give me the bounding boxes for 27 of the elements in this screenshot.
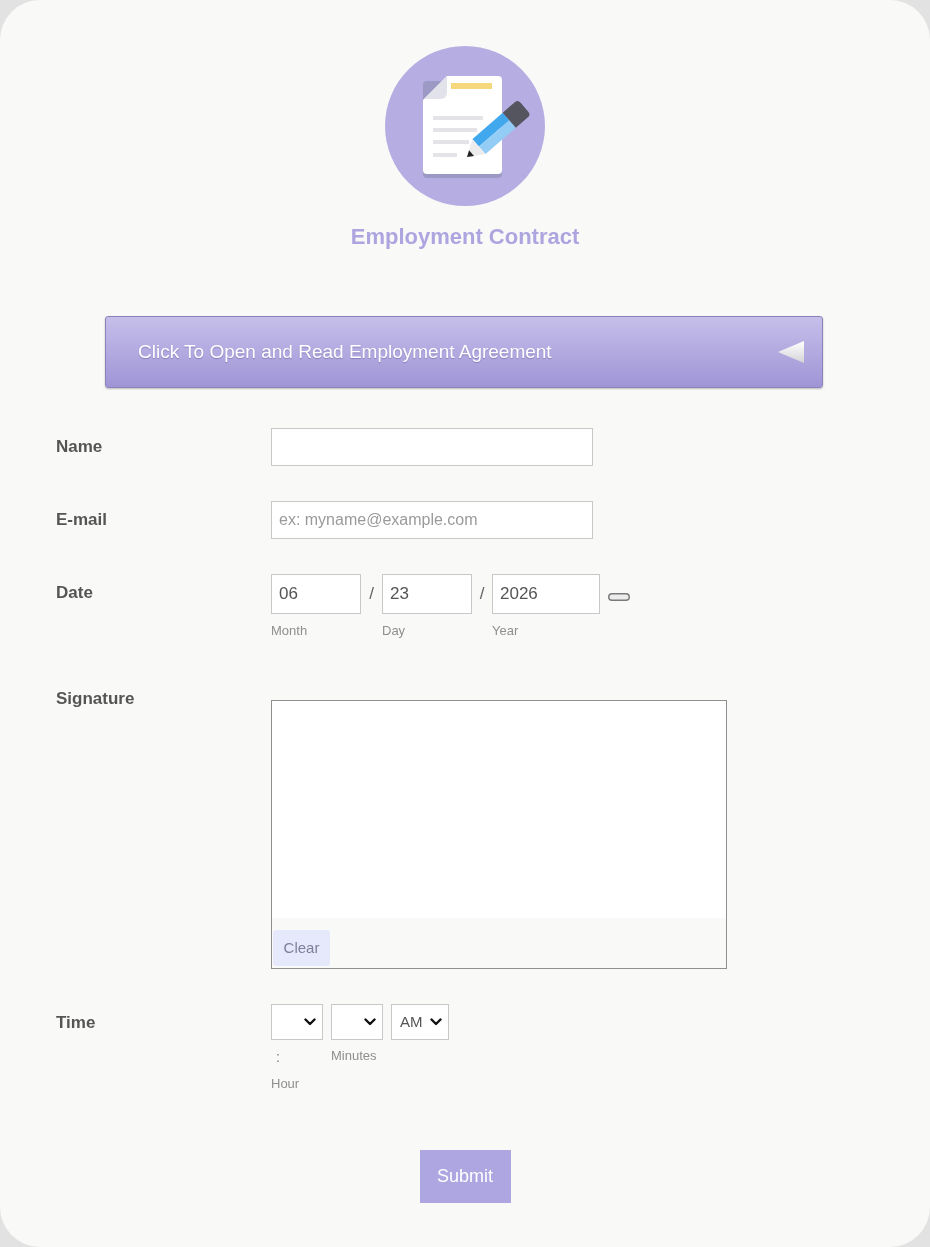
field-label: Name (56, 436, 104, 458)
text-input-field[interactable]: ex: myname@example.com (271, 501, 593, 539)
date-separator: / (368, 583, 375, 605)
document-pencil-icon (385, 46, 545, 206)
chevron-down-icon (364, 1018, 376, 1026)
field-sublabel: Hour (271, 1076, 301, 1092)
field-label: E-mail (56, 509, 109, 531)
field-label: Date (56, 582, 94, 604)
field-label: Time (56, 1012, 97, 1034)
form-title: Employment Contract (350, 223, 580, 251)
chevron-down-icon (304, 1018, 316, 1026)
field-sublabel: Month (271, 623, 309, 639)
time-separator: : (275, 1049, 281, 1065)
chevron-down-icon (430, 1018, 442, 1026)
dropdown-select[interactable] (331, 1004, 383, 1040)
field-sublabel: Day (382, 623, 407, 639)
pill-icon[interactable] (608, 592, 630, 601)
text-input-field[interactable] (271, 428, 593, 466)
dropdown-select[interactable] (271, 1004, 323, 1040)
field-label: Signature (56, 688, 136, 710)
date-separator: / (478, 583, 486, 605)
dropdown-select[interactable]: AM (391, 1004, 449, 1040)
field-sublabel: Minutes (331, 1048, 378, 1064)
date-part-input[interactable]: 06 (271, 574, 361, 614)
date-part-input[interactable]: 23 (382, 574, 472, 614)
date-part-input[interactable]: 2026 (492, 574, 600, 614)
field-sublabel: Year (492, 623, 520, 639)
